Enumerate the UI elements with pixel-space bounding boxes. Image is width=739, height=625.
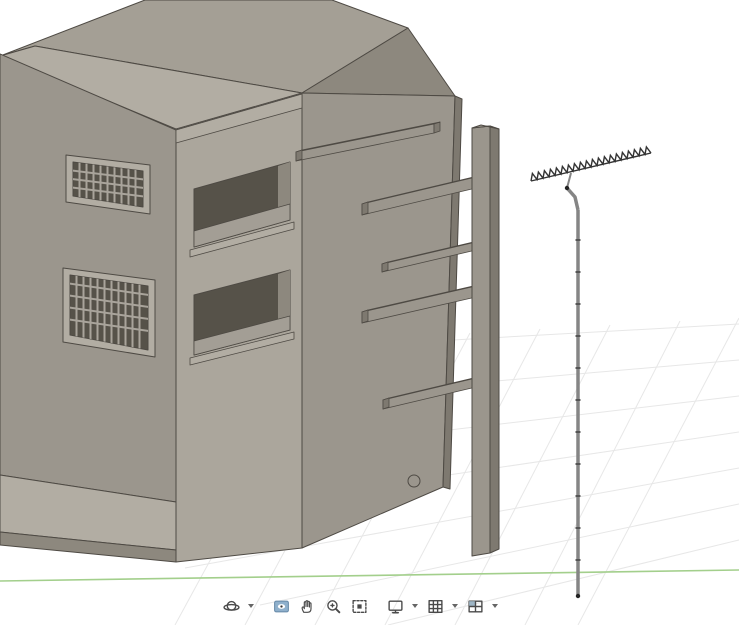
chevron-down-icon <box>452 604 458 608</box>
pan-hand-icon <box>301 599 312 613</box>
zoom-button[interactable] <box>322 595 344 617</box>
right-gable-wall[interactable] <box>301 27 463 549</box>
vertical-post[interactable] <box>471 124 500 557</box>
barred-window-lower[interactable] <box>62 267 156 358</box>
model-house[interactable] <box>0 0 463 563</box>
chevron-down-icon <box>248 604 254 608</box>
pole-elbow-point <box>564 185 570 191</box>
orbit-icon <box>222 600 240 611</box>
viewport-canvas[interactable] <box>0 0 739 625</box>
segmented-pole[interactable] <box>564 172 581 599</box>
grid-and-snaps-icon <box>427 599 443 613</box>
look-at-icon <box>273 600 289 612</box>
grid-and-snaps-dropdown-caret[interactable] <box>450 595 460 617</box>
toolbar-separator <box>374 606 380 607</box>
chevron-down-icon <box>412 604 418 608</box>
look-at-button[interactable] <box>270 595 292 617</box>
pan-button[interactable] <box>296 595 318 617</box>
viewports-dropdown-caret[interactable] <box>490 595 500 617</box>
grid-and-snaps-button[interactable] <box>424 595 446 617</box>
front-tower[interactable] <box>175 93 303 563</box>
viewports-icon <box>467 599 483 613</box>
chevron-down-icon <box>492 604 498 608</box>
orbit-dropdown-caret[interactable] <box>246 595 256 617</box>
scene-3d <box>0 0 739 625</box>
green-axis-line[interactable] <box>0 569 739 582</box>
display-settings-dropdown-caret[interactable] <box>410 595 420 617</box>
fit-button[interactable] <box>348 595 370 617</box>
orbit-button[interactable] <box>220 595 242 617</box>
pole-end-point <box>575 593 581 599</box>
zoom-magnifier-icon <box>326 599 340 613</box>
display-settings-button[interactable] <box>384 595 406 617</box>
fit-icon <box>351 599 367 613</box>
toolbar-separator <box>260 606 266 607</box>
navigation-toolbar <box>220 592 500 620</box>
viewports-button[interactable] <box>464 595 486 617</box>
serrated-sketch-profile[interactable] <box>530 145 652 182</box>
display-settings-icon <box>387 599 403 614</box>
